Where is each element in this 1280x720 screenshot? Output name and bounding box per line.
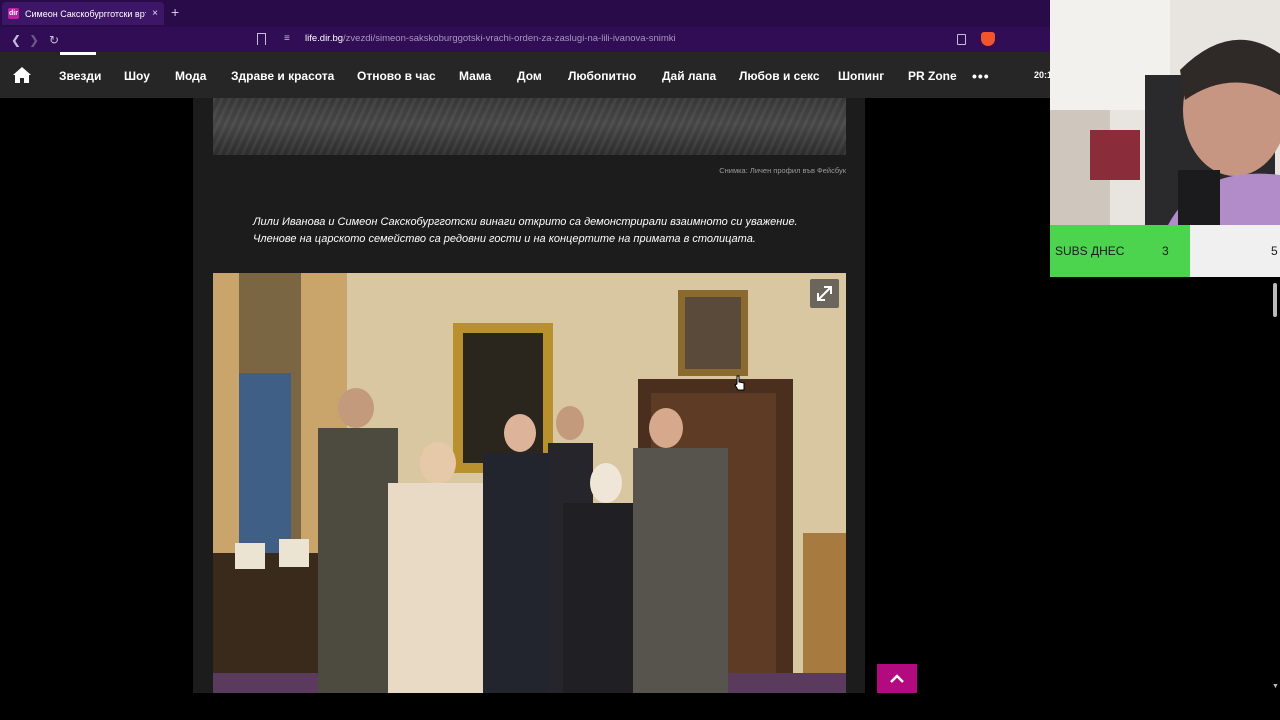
webcam-overlay [1050,0,1280,225]
close-tab-icon[interactable]: × [152,8,158,19]
home-icon[interactable] [12,66,32,84]
arrow-up-icon [890,674,904,683]
nav-item-mama[interactable]: Мама [459,69,491,83]
site-favicon-icon: dir [8,8,19,19]
page-scrollbar[interactable] [1270,277,1280,693]
subs-goal: 5 [1271,244,1278,258]
reload-icon[interactable]: ↻ [44,33,64,47]
new-tab-button[interactable]: + [171,4,179,20]
active-nav-indicator [60,52,96,55]
webcam-feed [1050,0,1280,225]
more-icon[interactable]: ••• [972,68,990,84]
nav-item-lyubopitno[interactable]: Любопитно [568,69,636,83]
scroll-down-arrow-icon[interactable]: ▼ [1272,683,1279,690]
brave-shields-icon[interactable] [981,32,995,46]
browser-tab-active[interactable]: dir Симеон Сакскобургготски връ × [2,2,164,25]
forward-icon[interactable]: ❯ [24,33,44,47]
scroll-to-top-button[interactable] [877,664,917,693]
site-settings-icon[interactable]: ≡ [284,33,290,44]
nav-item-lyubov[interactable]: Любов и секс [739,69,820,83]
address-bar: ❮ ❯ ↻ ≡ life.dir.bg/zvezdi/simeon-saksko… [0,27,1050,52]
site-navigation: Звезди Шоу Мода Здраве и красота Отново … [0,52,1052,98]
article-image-top [213,98,846,155]
tab-title: Симеон Сакскобургготски връ [25,8,147,19]
nav-item-shoping[interactable]: Шопинг [838,69,884,83]
hand-cursor-icon [734,375,745,391]
url-host: life.dir.bg [305,33,344,44]
nav-item-health[interactable]: Здраве и красота [231,69,334,83]
expand-photo-button[interactable] [810,279,839,308]
reader-mode-icon[interactable] [957,34,966,45]
back-icon[interactable]: ❮ [6,33,26,47]
browser-tab-bar: dir Симеон Сакскобургготски връ × + [0,0,1050,27]
group-photo-illustration [213,273,846,693]
subs-counter-panel: SUBS ДНЕС 3 5 [1050,225,1280,277]
image-caption: Снимка: Личен профил във Фейсбук [719,166,846,175]
url-path: /zvezdi/simeon-sakskoburggotski-vrachi-o… [343,33,676,44]
expand-icon [817,286,832,301]
nav-item-dom[interactable]: Дом [517,69,542,83]
nav-item-moda[interactable]: Мода [175,69,206,83]
article-paragraph: Лили Иванова и Симеон Сакскобургготски в… [253,216,798,245]
subs-label: SUBS ДНЕС [1055,244,1125,258]
nav-item-dai-lapa[interactable]: Дай лапа [662,69,716,83]
bookmark-icon[interactable] [257,33,266,45]
nav-item-show[interactable]: Шоу [124,69,150,83]
nav-item-pr-zone[interactable]: PR Zone [908,69,957,83]
article-photo[interactable] [213,273,846,693]
scrollbar-thumb[interactable] [1273,283,1277,317]
nav-item-otnovo[interactable]: Отново в час [357,69,436,83]
nav-item-zvezdi[interactable]: Звезди [59,69,101,83]
url-field[interactable]: life.dir.bg/zvezdi/simeon-sakskoburggots… [305,33,676,44]
subs-count: 3 [1162,244,1169,258]
